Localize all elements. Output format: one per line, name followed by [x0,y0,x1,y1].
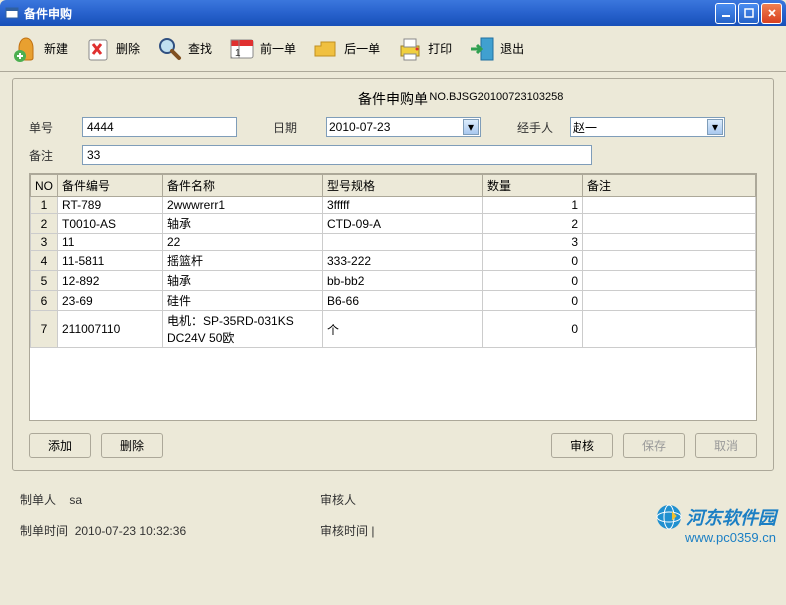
order-number: NO.BJSG20100723103258 [429,91,563,103]
svg-text:1: 1 [235,48,241,59]
audit-button[interactable]: 审核 [551,433,613,458]
col-qty: 数量 [483,175,583,197]
id-input[interactable] [82,117,237,137]
remark-input[interactable] [82,145,592,165]
col-remark: 备注 [583,175,756,197]
audit-time-label: 审核时间 [320,524,368,538]
window-title: 备件申购 [24,5,715,22]
exit-icon [466,33,498,65]
add-button[interactable]: 添加 [29,433,91,458]
print-icon [394,33,426,65]
col-name: 备件名称 [163,175,323,197]
maximize-button[interactable] [738,3,759,24]
table-row[interactable]: 6 23-69 硅件 B6-66 0 [31,291,756,311]
table-row[interactable]: 5 12-892 轴承 bb-bb2 0 [31,271,756,291]
save-button[interactable]: 保存 [623,433,685,458]
app-icon [4,5,20,21]
table-row[interactable]: 4 11-5811 摇篮杆 333-222 0 [31,251,756,271]
delete-icon [82,33,114,65]
table-row[interactable]: 2 T0010-AS 轴承 CTD-09-A 2 [31,214,756,234]
table-row[interactable]: 1 RT-789 2wwwrerr1 3fffff 1 [31,197,756,214]
date-combo[interactable]: 2010-07-23 ▾ [326,117,481,137]
make-time-label: 制单时间 [20,524,68,538]
delete-button[interactable]: 删除 [76,30,146,68]
handler-combo[interactable]: 赵一 ▾ [570,117,725,137]
new-label: 新建 [44,40,68,57]
prev-icon: 1 [226,33,258,65]
prev-button[interactable]: 1 前一单 [220,30,302,68]
col-code: 备件编号 [58,175,163,197]
row-delete-button[interactable]: 删除 [101,433,163,458]
make-time-value: 2010-07-23 10:32:36 [75,524,186,538]
find-icon [154,33,186,65]
parts-table[interactable]: NO 备件编号 备件名称 型号规格 数量 备注 1 RT-789 2wwwrer… [29,173,757,421]
maker-label: 制单人 [20,493,56,507]
minimize-button[interactable] [715,3,736,24]
auditor-label: 审核人 [320,493,356,507]
col-no: NO [31,175,58,197]
table-row[interactable]: 7 211007110 电机：SP-35RD-031KS DC24V 50欧 个… [31,311,756,348]
handler-label: 经手人 [517,119,562,136]
prev-label: 前一单 [260,40,296,57]
col-spec: 型号规格 [323,175,483,197]
next-icon [310,33,342,65]
watermark: 河东软件园 www.pc0359.cn [656,504,776,545]
form-title: 备件申购单 [358,91,428,107]
close-button[interactable] [761,3,782,24]
exit-button[interactable]: 退出 [460,30,530,68]
find-button[interactable]: 查找 [148,30,218,68]
date-label: 日期 [273,119,318,136]
print-button[interactable]: 打印 [388,30,458,68]
print-label: 打印 [428,40,452,57]
id-label: 单号 [29,119,74,136]
find-label: 查找 [188,40,212,57]
main-toolbar: 新建 删除 查找 1 前一单 后一单 打印 退出 [0,26,786,72]
maker-value: sa [69,493,82,507]
footer: 制单人 sa 制单时间 2010-07-23 10:32:36 审核人 审核时间… [0,477,786,553]
chevron-down-icon: ▾ [463,119,479,135]
exit-label: 退出 [500,40,524,57]
new-icon [10,33,42,65]
chevron-down-icon: ▾ [707,119,723,135]
main-panel: 备件申购单 NO.BJSG20100723103258 单号 日期 2010-0… [12,78,774,471]
cancel-button[interactable]: 取消 [695,433,757,458]
window-titlebar: 备件申购 [0,0,786,26]
table-header-row: NO 备件编号 备件名称 型号规格 数量 备注 [31,175,756,197]
next-label: 后一单 [344,40,380,57]
remark-label: 备注 [29,147,74,164]
table-row[interactable]: 3 11 22 3 [31,234,756,251]
globe-icon [656,504,682,530]
delete-label: 删除 [116,40,140,57]
new-button[interactable]: 新建 [4,30,74,68]
next-button[interactable]: 后一单 [304,30,386,68]
